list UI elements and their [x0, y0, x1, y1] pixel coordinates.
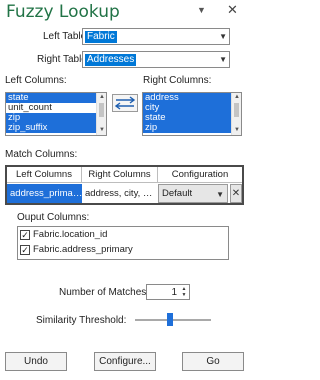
scroll-thumb[interactable] — [234, 103, 239, 117]
output-column-item[interactable]: ✓ Fabric.location_id — [18, 227, 228, 242]
scroll-down-icon[interactable]: ▼ — [232, 126, 241, 135]
output-columns-list[interactable]: ✓ Fabric.location_id ✓ Fabric.address_pr… — [17, 226, 229, 260]
undo-button[interactable]: Undo — [5, 352, 67, 371]
delete-match-button[interactable]: ✕ — [230, 184, 242, 203]
scroll-thumb[interactable] — [99, 103, 104, 117]
output-column-label: Fabric.address_primary — [33, 244, 133, 255]
scroll-up-icon[interactable]: ▲ — [232, 93, 241, 102]
chevron-down-icon[interactable]: ▼ — [216, 190, 224, 199]
right-table-combo[interactable]: Addresses ▼ — [82, 51, 230, 68]
configuration-value: Default — [162, 188, 193, 199]
pane-title: Fuzzy Lookup — [6, 2, 120, 22]
checkbox[interactable]: ✓ — [20, 229, 30, 240]
chevron-down-icon[interactable]: ▼ — [219, 32, 227, 41]
output-column-item[interactable]: ✓ Fabric.address_primary — [18, 242, 228, 257]
match-left-cell[interactable]: address_prima… — [7, 184, 82, 203]
similarity-threshold-label: Similarity Threshold: — [36, 315, 127, 326]
match-columns-grid: Left Columns Right Columns Configuration… — [5, 165, 244, 205]
match-columns-label: Match Columns: — [5, 149, 78, 160]
left-columns-list[interactable]: state unit_count zip zip_suffix ▲ ▼ — [5, 92, 107, 136]
right-column-item[interactable]: state — [143, 113, 241, 123]
output-columns-label: Ouput Columns: — [17, 212, 90, 223]
right-columns-list[interactable]: address city state zip ▲ ▼ — [142, 92, 242, 136]
column-header[interactable]: Left Columns — [7, 167, 82, 183]
right-columns-scrollbar[interactable]: ▲ ▼ — [231, 93, 241, 135]
configuration-combo[interactable]: Default ▼ — [158, 184, 228, 203]
number-of-matches-stepper[interactable]: 1 ▲ ▼ — [146, 284, 190, 300]
go-button[interactable]: Go — [182, 352, 244, 371]
match-columns-button[interactable] — [112, 94, 138, 112]
left-table-value: Fabric — [85, 31, 117, 43]
similarity-slider-track[interactable] — [135, 319, 211, 321]
output-column-label: Fabric.location_id — [33, 229, 108, 240]
right-columns-label: Right Columns: — [143, 75, 212, 86]
close-icon[interactable]: ✕ — [227, 2, 238, 18]
column-header[interactable]: Configuration — [158, 167, 242, 183]
checkbox[interactable]: ✓ — [20, 244, 30, 255]
left-columns-scrollbar[interactable]: ▲ ▼ — [96, 93, 106, 135]
number-of-matches-value: 1 — [171, 287, 177, 298]
number-of-matches-label: Number of Matches: — [59, 287, 150, 298]
stepper-arrows-icon[interactable]: ▲ ▼ — [180, 286, 188, 298]
match-right-cell[interactable]: address, city, … — [82, 184, 158, 203]
pane-options-dropdown-icon[interactable]: ▼ — [197, 5, 206, 15]
configure-button[interactable]: Configure... — [94, 352, 156, 371]
similarity-slider-thumb[interactable] — [166, 313, 173, 326]
scroll-down-icon[interactable]: ▼ — [97, 126, 106, 135]
left-table-combo[interactable]: Fabric ▼ — [82, 28, 230, 45]
left-column-item[interactable]: zip_suffix — [6, 123, 106, 133]
column-header[interactable]: Right Columns — [82, 167, 158, 183]
left-column-item[interactable]: unit_count — [6, 103, 106, 113]
left-columns-label: Left Columns: — [5, 75, 67, 86]
swap-arrows-icon — [114, 96, 136, 110]
right-table-value: Addresses — [85, 54, 137, 66]
chevron-down-icon[interactable]: ▼ — [219, 55, 227, 64]
scroll-up-icon[interactable]: ▲ — [97, 93, 106, 102]
right-column-item[interactable]: zip — [143, 123, 241, 133]
